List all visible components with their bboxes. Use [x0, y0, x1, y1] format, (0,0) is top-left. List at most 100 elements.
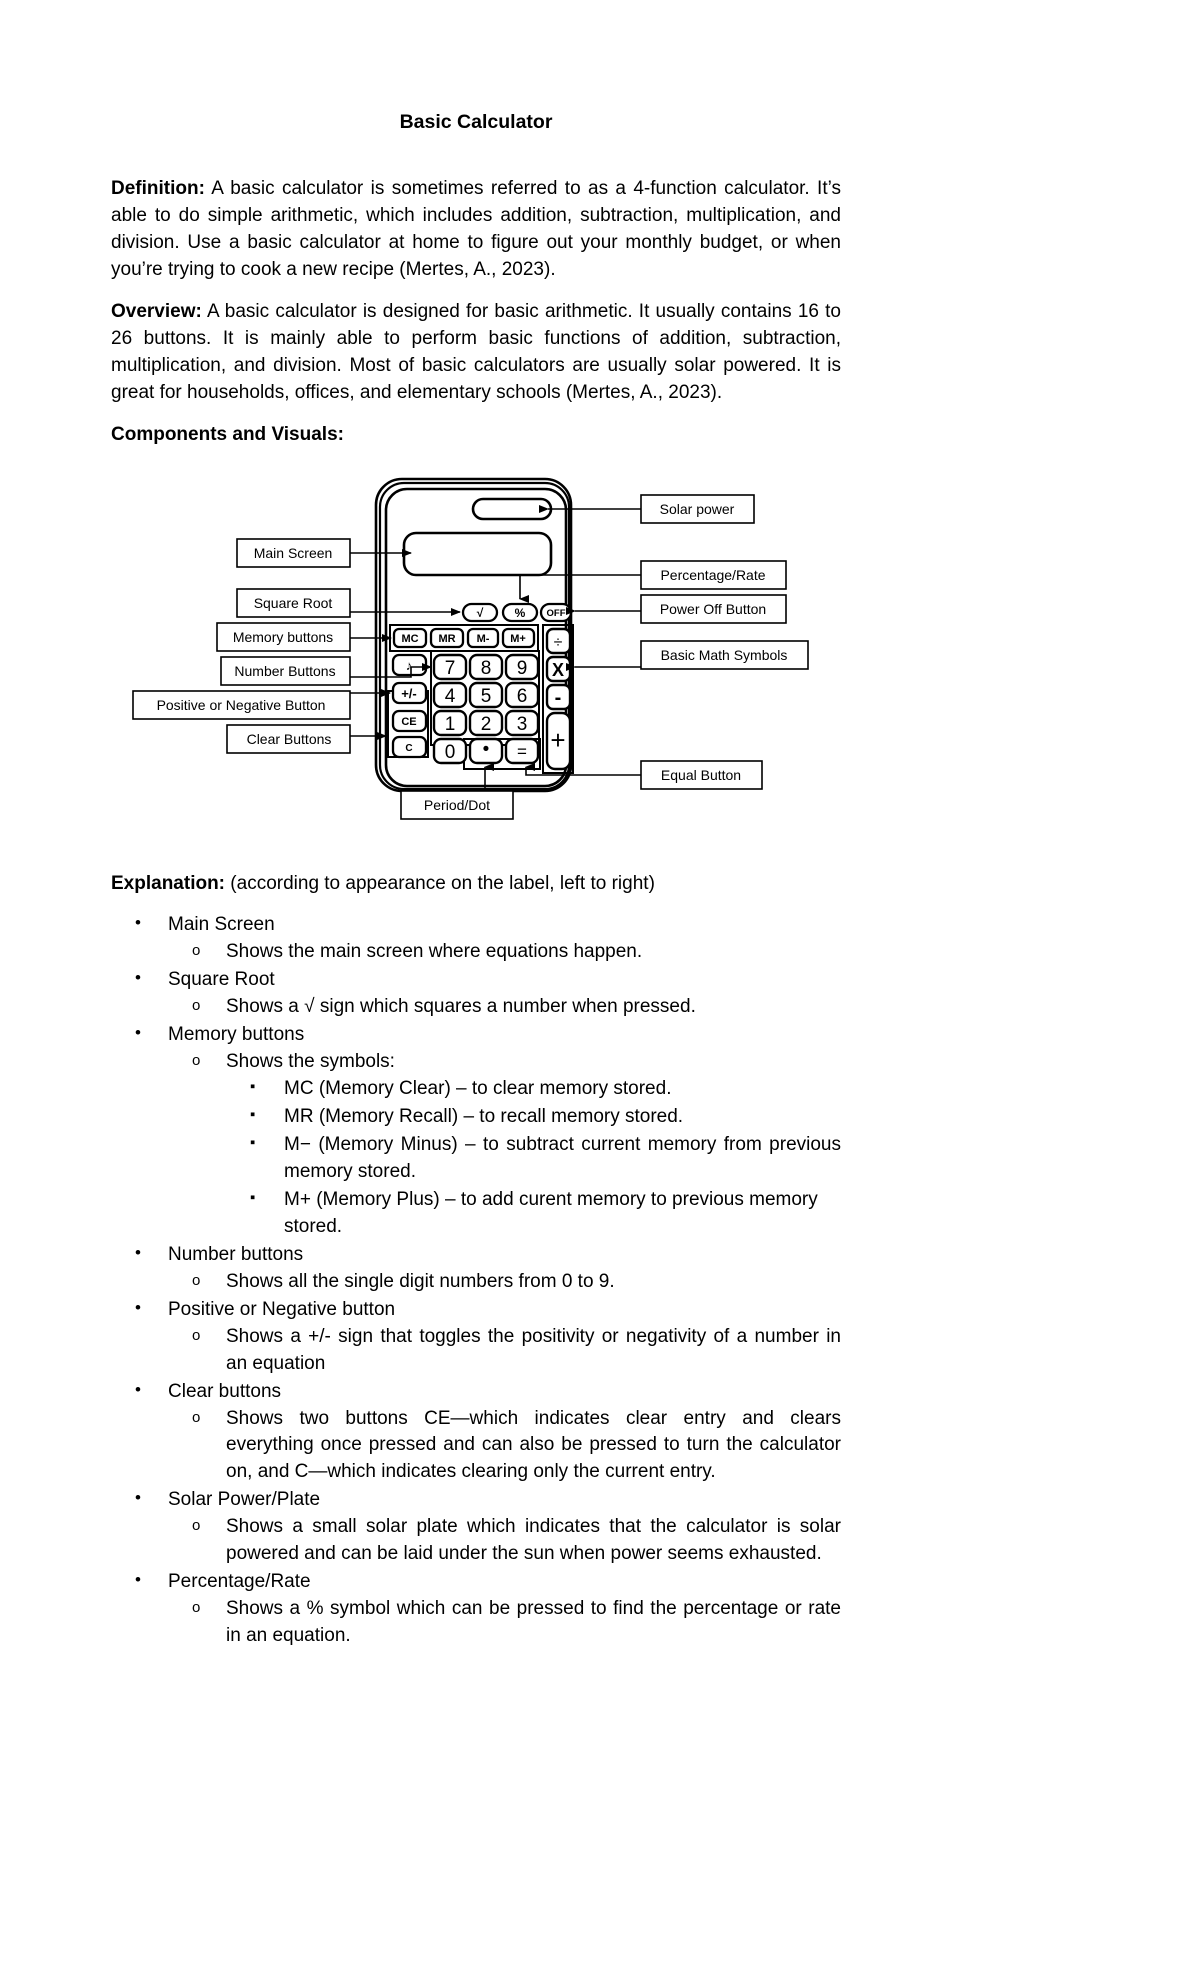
explanation-note: (according to appearance on the label, l…: [225, 873, 655, 895]
calculator-key-6[interactable]: 6: [504, 681, 540, 709]
callout-label-percentage-rate: Percentage/Rate: [660, 567, 765, 583]
callout-clear-buttons: Clear Buttons: [226, 724, 387, 754]
sub-list-item-text: Shows a % symbol which can be pressed to…: [226, 1598, 841, 1647]
explanation-list: Main Screen Shows the main screen where …: [111, 911, 841, 1650]
key-label-period: •: [483, 739, 490, 760]
sub-list-item-text: Shows all the single digit numbers from …: [226, 1270, 615, 1292]
calculator-key-4[interactable]: 4: [432, 681, 468, 709]
sub-list-item: Shows the main screen where equations ha…: [168, 939, 841, 966]
calculator-key-2[interactable]: 2: [468, 709, 504, 737]
sub-list-item-text: Shows two buttons CE—which indicates cle…: [226, 1407, 841, 1483]
sub-sub-list-item-text: M+ (Memory Plus) – to add curent memory …: [284, 1188, 818, 1237]
sub-list-item: Shows a small solar plate which indicate…: [168, 1514, 841, 1568]
page-title: Basic Calculator: [399, 111, 553, 133]
key-label-7: 7: [445, 658, 456, 679]
sub-list: Shows a +/- sign that toggles the positi…: [168, 1324, 841, 1378]
calculator-key-equals[interactable]: =: [504, 737, 540, 765]
calculator-key-1[interactable]: 1: [432, 709, 468, 737]
explanation-label: Explanation:: [111, 873, 226, 895]
key-label-multiply: X: [552, 660, 564, 680]
sub-list-item: Shows a % symbol which can be pressed to…: [168, 1596, 841, 1650]
calculator-diagram-svg: √ % OFF MC MR M- M+ ♪ +/- CE C 7 8 9 4 5…: [132, 477, 809, 820]
key-label-percent: %: [515, 606, 526, 620]
sub-list-item-text: Shows the symbols:: [226, 1050, 395, 1072]
key-label-6: 6: [517, 686, 528, 707]
key-label-4: 4: [445, 686, 456, 707]
document-page: Basic Calculator Definition: A basic cal…: [0, 0, 1200, 1976]
paragraph-overview-label: Overview:: [111, 301, 202, 323]
key-label-mc: MC: [401, 633, 418, 645]
sub-list-item-text: Shows a √ sign which squares a number wh…: [226, 995, 696, 1017]
list-item: Memory buttons Shows the symbols: MC (Me…: [111, 1021, 841, 1241]
callout-period-dot: Period/Dot: [400, 763, 514, 820]
callout-label-power-off: Power Off Button: [660, 601, 766, 617]
list-item-title: Main Screen: [168, 914, 275, 936]
sub-sub-list-item-text: MC (Memory Clear) – to clear memory stor…: [284, 1077, 672, 1099]
sub-sub-list-item: MR (Memory Recall) – to recall memory st…: [226, 1104, 841, 1131]
paragraph-overview-body: A basic calculator is designed for basic…: [111, 301, 841, 404]
calculator-key-5[interactable]: 5: [468, 681, 504, 709]
list-item-title: Memory buttons: [168, 1023, 305, 1045]
sub-list: Shows the main screen where equations ha…: [168, 939, 841, 966]
calculator-key-9[interactable]: 9: [504, 653, 540, 681]
list-item: Percentage/Rate Shows a % symbol which c…: [111, 1568, 841, 1650]
key-label-0: 0: [445, 742, 456, 763]
calculator-key-m-plus[interactable]: M+: [501, 627, 536, 649]
sub-list: Shows a % symbol which can be pressed to…: [168, 1596, 841, 1650]
calculator-key-plus-minus[interactable]: +/-: [391, 681, 428, 705]
key-label-m-minus: M-: [477, 633, 490, 645]
list-item-title: Positive or Negative button: [168, 1298, 396, 1320]
callout-positive-negative: Positive or Negative Button: [132, 689, 391, 720]
list-item-title: Number buttons: [168, 1243, 304, 1265]
paragraph-definition-label: Definition:: [111, 178, 205, 200]
key-label-5: 5: [481, 686, 492, 707]
key-label-c: C: [405, 743, 412, 754]
paragraph-definition-body: A basic calculator is sometimes referred…: [111, 178, 841, 281]
callout-label-main-screen: Main Screen: [254, 545, 333, 561]
calculator-key-8[interactable]: 8: [468, 653, 504, 681]
calculator-key-plus[interactable]: +: [545, 711, 572, 771]
calculator-key-minus[interactable]: -: [545, 683, 572, 711]
callout-label-basic-math: Basic Math Symbols: [661, 647, 788, 663]
calculator-key-m-minus[interactable]: M-: [466, 627, 500, 649]
list-item: Main Screen Shows the main screen where …: [111, 911, 841, 966]
sub-sub-list-item: M+ (Memory Plus) – to add curent memory …: [226, 1187, 841, 1241]
callout-label-number-buttons: Number Buttons: [234, 663, 335, 679]
sub-sub-list-item: M− (Memory Minus) – to subtract current …: [226, 1132, 841, 1186]
callout-memory-buttons: Memory buttons: [216, 622, 392, 652]
calculator-key-0[interactable]: 0: [432, 737, 468, 765]
key-label-3: 3: [517, 714, 528, 735]
callout-solar-power: Solar power: [539, 494, 755, 524]
calculator-key-percent[interactable]: %: [501, 602, 539, 623]
calculator-key-divide[interactable]: ÷: [545, 627, 572, 655]
callout-label-solar-power: Solar power: [660, 501, 735, 517]
calculator-key-c[interactable]: C: [391, 735, 428, 759]
calculator-key-music[interactable]: ♪: [391, 653, 428, 677]
calculator-key-multiply[interactable]: X: [545, 655, 572, 683]
sub-list-item: Shows a +/- sign that toggles the positi…: [168, 1324, 841, 1378]
calculator-key-ce[interactable]: CE: [391, 709, 428, 733]
calculator-key-mr[interactable]: MR: [429, 627, 465, 649]
sub-list-item-text: Shows the main screen where equations ha…: [226, 941, 643, 963]
calculator-key-period[interactable]: •: [468, 737, 504, 765]
calculator-key-3[interactable]: 3: [504, 709, 540, 737]
solar-panel: [471, 497, 553, 521]
key-label-sqrt: √: [477, 606, 484, 620]
sub-sub-list-item-text: M− (Memory Minus) – to subtract current …: [284, 1133, 841, 1182]
key-label-9: 9: [517, 658, 528, 679]
components-heading: Components and Visuals:: [111, 424, 344, 446]
calculator-key-mc[interactable]: MC: [392, 627, 428, 649]
callout-label-memory-buttons: Memory buttons: [233, 629, 333, 645]
list-item: Clear buttons Shows two buttons CE—which…: [111, 1378, 841, 1487]
key-label-1: 1: [445, 714, 456, 735]
callout-power-off: Power Off Button: [566, 594, 787, 624]
key-label-plus: +: [550, 725, 565, 755]
calculator-key-sqrt[interactable]: √: [461, 602, 499, 623]
document-content: Basic Calculator Definition: A basic cal…: [111, 0, 841, 1651]
key-label-8: 8: [481, 658, 492, 679]
main-screen-display: [402, 531, 553, 577]
calculator-key-7[interactable]: 7: [432, 653, 468, 681]
key-label-ce: CE: [401, 716, 416, 728]
list-item: Number buttons Shows all the single digi…: [111, 1241, 841, 1296]
calculator-key-off[interactable]: OFF: [539, 602, 573, 623]
